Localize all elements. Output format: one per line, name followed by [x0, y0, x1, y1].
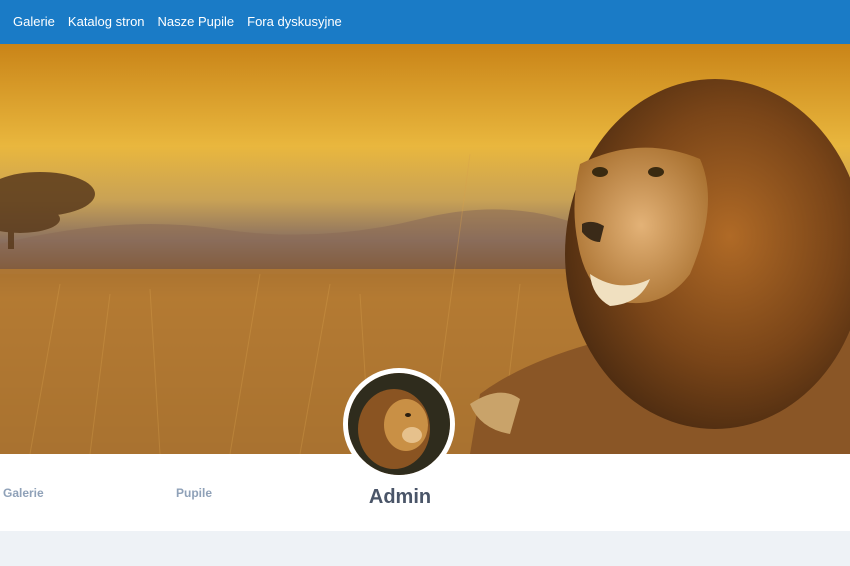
avatar[interactable]: [343, 368, 455, 480]
lion-avatar-image: [348, 373, 450, 475]
nav-link-nasze-pupile[interactable]: Nasze Pupile: [158, 0, 235, 44]
profile-name: Admin: [368, 486, 432, 508]
nav-link-katalog-stron[interactable]: Katalog stron: [68, 0, 145, 44]
top-navigation-bar: Galerie Katalog stron Nasze Pupile Fora …: [0, 0, 850, 44]
nav-link-fora-dyskusyjne[interactable]: Fora dyskusyjne: [247, 0, 342, 44]
nav-link-galerie[interactable]: Galerie: [13, 0, 55, 44]
